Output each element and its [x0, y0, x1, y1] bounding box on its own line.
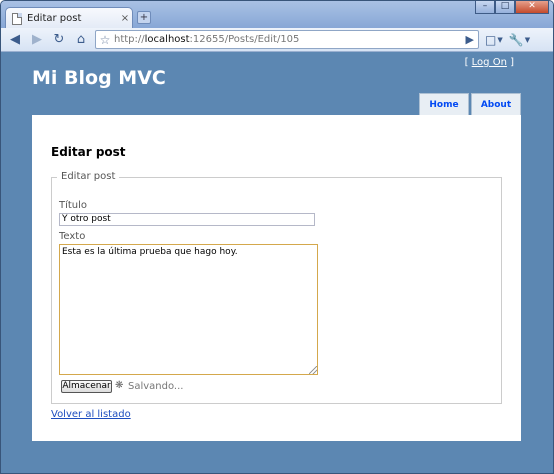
- forward-arrow-icon[interactable]: ▶: [27, 30, 47, 50]
- tab-editar-post[interactable]: Editar post ×: [5, 7, 133, 29]
- close-window-button[interactable]: ✕: [515, 1, 549, 14]
- login-display: [ Log On ]: [464, 57, 514, 68]
- menu-item-about[interactable]: About: [471, 93, 521, 115]
- back-arrow-icon[interactable]: ◀: [5, 30, 25, 50]
- wrench-icon[interactable]: 🔧 ▼: [509, 33, 530, 47]
- bookmark-star-icon[interactable]: ☆: [96, 33, 114, 47]
- log-on-link[interactable]: Log On: [472, 57, 507, 68]
- page-menu-icon[interactable]: □ ▼: [485, 33, 503, 47]
- texto-label: Texto: [59, 231, 86, 242]
- fieldset-legend: Editar post: [57, 171, 120, 182]
- page-icon: [12, 12, 22, 25]
- maximize-button[interactable]: □: [495, 1, 515, 14]
- main-content: Editar post Editar post Título Y otro po…: [32, 115, 521, 441]
- menu-item-home[interactable]: Home: [419, 93, 469, 115]
- texto-textarea[interactable]: Esta es la última prueba que hago hoy.: [59, 244, 318, 375]
- url-text: http://localhost:12655/Posts/Edit/105: [114, 34, 300, 45]
- titulo-label: Título: [59, 200, 88, 211]
- almacenar-button[interactable]: Almacenar: [61, 380, 112, 393]
- minimize-button[interactable]: –: [475, 1, 495, 14]
- back-to-list-link[interactable]: Volver al listado: [51, 409, 131, 420]
- new-tab-button[interactable]: +: [137, 11, 151, 24]
- address-bar[interactable]: ☆ http://localhost:12655/Posts/Edit/105 …: [95, 30, 479, 49]
- titulo-input[interactable]: Y otro post: [59, 213, 315, 226]
- main-menu: Home About: [417, 93, 521, 115]
- page-title: Editar post: [51, 145, 126, 159]
- go-arrow-icon[interactable]: ▶: [466, 33, 474, 46]
- site-title: Mi Blog MVC: [32, 67, 166, 89]
- page-viewport: [ Log On ] Mi Blog MVC Home About Editar…: [2, 53, 552, 473]
- tab-strip: Editar post × + – □ ✕: [1, 1, 553, 29]
- tab-title: Editar post: [27, 13, 82, 24]
- resize-handle-icon[interactable]: [309, 366, 317, 374]
- home-icon[interactable]: ⌂: [71, 30, 91, 50]
- spinner-icon: ❋: [115, 380, 124, 391]
- window-controls: – □ ✕: [475, 1, 549, 14]
- saving-status: Salvando...: [128, 381, 184, 392]
- reload-icon[interactable]: ↻: [49, 30, 69, 50]
- close-icon[interactable]: ×: [118, 13, 132, 24]
- browser-toolbar: ◀ ▶ ↻ ⌂ ☆ http://localhost:12655/Posts/E…: [1, 28, 553, 52]
- browser-window: Editar post × + – □ ✕ ◀ ▶ ↻ ⌂ ☆ http://l…: [0, 0, 554, 474]
